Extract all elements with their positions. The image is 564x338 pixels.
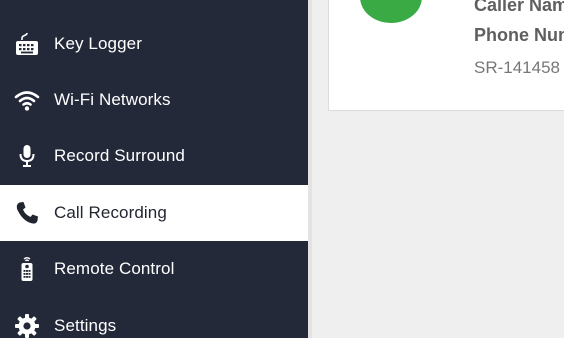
- record-id: SR-141458: [474, 58, 561, 77]
- sidebar-item-label: Record Surround: [54, 146, 185, 165]
- phone-icon: [13, 199, 41, 227]
- sidebar-item-key-logger[interactable]: Key Logger: [0, 16, 308, 72]
- remote-control-icon: [13, 255, 41, 283]
- sidebar-item-call-recording[interactable]: Call Recording: [0, 185, 308, 241]
- sidebar-item-label: Settings: [54, 316, 117, 335]
- gear-icon: [13, 312, 41, 338]
- app-root: Key Logger Wi-Fi Networks Record Surroun…: [0, 0, 564, 338]
- sidebar-item-label: Key Logger: [54, 34, 142, 53]
- call-record-card[interactable]: Caller Name Phone Number SR-141458: [328, 0, 564, 111]
- sidebar-item-record-surround[interactable]: Record Surround: [0, 128, 308, 184]
- sidebar-item-label: Call Recording: [54, 203, 167, 222]
- sidebar-item-label: Wi-Fi Networks: [54, 90, 171, 109]
- sidebar-item-label: Remote Control: [54, 259, 175, 278]
- sidebar: Key Logger Wi-Fi Networks Record Surroun…: [0, 0, 308, 338]
- sidebar-item-wifi-networks[interactable]: Wi-Fi Networks: [0, 72, 308, 128]
- caller-name: Caller Name: [474, 0, 564, 15]
- sidebar-item-settings[interactable]: Settings: [0, 298, 308, 338]
- avatar: [360, 0, 422, 23]
- wifi-icon: [13, 86, 41, 114]
- microphone-icon: [13, 142, 41, 170]
- phone-number: Phone Number: [474, 25, 564, 45]
- sidebar-item-remote-control[interactable]: Remote Control: [0, 241, 308, 297]
- keyboard-icon: [13, 30, 41, 58]
- main-content: Caller Name Phone Number SR-141458: [312, 0, 564, 338]
